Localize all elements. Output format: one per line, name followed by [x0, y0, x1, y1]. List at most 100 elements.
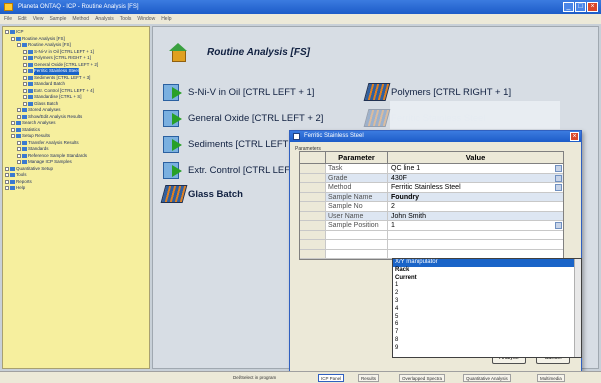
expand-icon[interactable]: [11, 134, 15, 139]
value-cell[interactable]: Ferritic Stainless Steel: [388, 183, 563, 192]
table-row[interactable]: Task QC line 1: [300, 164, 563, 174]
table-row[interactable]: Grade 430F: [300, 173, 563, 183]
dropdown-arrow-icon[interactable]: [555, 184, 562, 191]
glass-batch-button[interactable]: Glass Batch: [160, 185, 243, 203]
expand-icon[interactable]: [17, 160, 21, 165]
table-row[interactable]: User Name John Smith: [300, 211, 563, 221]
row-selector[interactable]: [300, 211, 326, 220]
value-cell[interactable]: QC line 1: [388, 164, 563, 173]
expand-icon[interactable]: [23, 69, 27, 74]
dropdown-option[interactable]: 2: [393, 290, 581, 298]
dropdown-arrow-icon[interactable]: [555, 174, 562, 182]
folder-icon: [28, 95, 33, 100]
expand-icon[interactable]: [11, 36, 15, 41]
stainless-steel-button[interactable]: Ferritic Stainless Steel: [363, 109, 486, 127]
row-selector[interactable]: [300, 192, 326, 201]
table-row[interactable]: Sample Name Foundry: [300, 192, 563, 202]
expand-icon[interactable]: [17, 43, 21, 48]
dropdown-arrow-icon[interactable]: [555, 165, 562, 172]
dropdown-option[interactable]: 9: [393, 345, 581, 353]
sediments-button[interactable]: Sediments [CTRL LEFT + 3]: [163, 135, 307, 153]
row-selector[interactable]: [300, 173, 326, 182]
dropdown-option[interactable]: 4: [393, 306, 581, 314]
row-selector[interactable]: [300, 221, 326, 230]
expand-icon[interactable]: [11, 127, 15, 132]
table-row[interactable]: [300, 240, 563, 250]
dropdown-option[interactable]: X/Y manipulator: [393, 259, 581, 267]
expand-icon[interactable]: [5, 173, 9, 178]
minimize-button[interactable]: _: [563, 2, 574, 12]
navigation-tree[interactable]: ICP Routine Analysis [FS] Routine Analysis…: [2, 26, 150, 369]
expand-icon[interactable]: [5, 179, 9, 184]
menu-item-analysis[interactable]: Analysis: [95, 14, 114, 24]
table-row[interactable]: [300, 230, 563, 240]
dropdown-option[interactable]: 8: [393, 337, 581, 345]
menu-item-sample[interactable]: Sample: [49, 14, 66, 24]
menu-item-file[interactable]: File: [4, 14, 12, 24]
status-tab[interactable]: Quantitative Analysis: [463, 374, 511, 382]
expand-icon[interactable]: [5, 30, 9, 35]
expand-icon[interactable]: [23, 49, 27, 54]
snv-oil-button[interactable]: S-Ni-V in Oil [CTRL LEFT + 1]: [163, 83, 314, 101]
value-cell[interactable]: 1: [388, 221, 563, 230]
dropdown-option[interactable]: 5: [393, 314, 581, 322]
expand-icon[interactable]: [17, 114, 21, 119]
dialog-close-button[interactable]: ×: [570, 132, 579, 141]
value-cell[interactable]: [388, 240, 563, 249]
status-tab[interactable]: Overlapped Spectra: [399, 374, 446, 382]
table-row[interactable]: Sample No 2: [300, 202, 563, 212]
status-tab[interactable]: ICP Panel: [318, 374, 345, 382]
value-cell[interactable]: [388, 231, 563, 240]
dropdown-option[interactable]: Current: [393, 275, 581, 283]
dropdown-option[interactable]: Rack: [393, 267, 581, 275]
dropdown-option[interactable]: 1: [393, 282, 581, 290]
expand-icon[interactable]: [23, 88, 27, 93]
table-row[interactable]: Sample Position 1: [300, 221, 563, 231]
row-selector[interactable]: [300, 249, 326, 258]
table-row[interactable]: Method Ferritic Stainless Steel: [300, 183, 563, 193]
expand-icon[interactable]: [23, 82, 27, 87]
dropdown-option[interactable]: 7: [393, 329, 581, 337]
row-selector[interactable]: [300, 230, 326, 239]
expand-icon[interactable]: [17, 140, 21, 145]
expand-icon[interactable]: [23, 101, 27, 106]
expand-icon[interactable]: [5, 186, 9, 191]
close-button[interactable]: ×: [587, 2, 598, 12]
status-tab[interactable]: Results: [358, 374, 380, 382]
dropdown-option[interactable]: 3: [393, 298, 581, 306]
menu-item-window[interactable]: Window: [137, 14, 155, 24]
row-selector[interactable]: [300, 240, 326, 249]
tree-item[interactable]: Help: [5, 185, 149, 192]
value-cell[interactable]: [388, 250, 563, 259]
expand-icon[interactable]: [17, 153, 21, 158]
dropdown-option[interactable]: 6: [393, 321, 581, 329]
expand-icon[interactable]: [23, 62, 27, 67]
dropdown-scrollbar[interactable]: [574, 259, 581, 357]
maximize-button[interactable]: □: [575, 2, 586, 12]
expand-icon[interactable]: [5, 166, 9, 171]
dropdown-arrow-icon[interactable]: [555, 222, 562, 229]
expand-icon[interactable]: [17, 108, 21, 113]
menu-item-help[interactable]: Help: [161, 14, 171, 24]
row-selector[interactable]: [300, 164, 326, 173]
row-selector[interactable]: [300, 183, 326, 192]
status-tab[interactable]: Multimedia: [537, 374, 565, 382]
value-cell[interactable]: 430F: [388, 174, 563, 183]
expand-icon[interactable]: [11, 121, 15, 126]
expand-icon[interactable]: [23, 95, 27, 100]
menu-item-method[interactable]: Method: [72, 14, 89, 24]
menu-item-tools[interactable]: Tools: [120, 14, 132, 24]
value-cell[interactable]: Foundry: [388, 193, 563, 202]
row-selector[interactable]: [300, 202, 326, 211]
home-icon[interactable]: [169, 43, 187, 62]
value-cell[interactable]: John Smith: [388, 212, 563, 221]
menu-item-edit[interactable]: Edit: [18, 14, 27, 24]
expand-icon[interactable]: [23, 75, 27, 80]
general-oxide-button[interactable]: General Oxide [CTRL LEFT + 2]: [163, 109, 323, 127]
value-cell[interactable]: 2: [388, 202, 563, 211]
polymers-button[interactable]: Polymers [CTRL RIGHT + 1]: [363, 83, 511, 101]
menu-item-view[interactable]: View: [33, 14, 44, 24]
expand-icon[interactable]: [17, 147, 21, 152]
sample-position-dropdown[interactable]: X/Y manipulator Rack Current 1 2 3 4 5 6 7 8 9: [392, 258, 582, 358]
expand-icon[interactable]: [23, 56, 27, 61]
